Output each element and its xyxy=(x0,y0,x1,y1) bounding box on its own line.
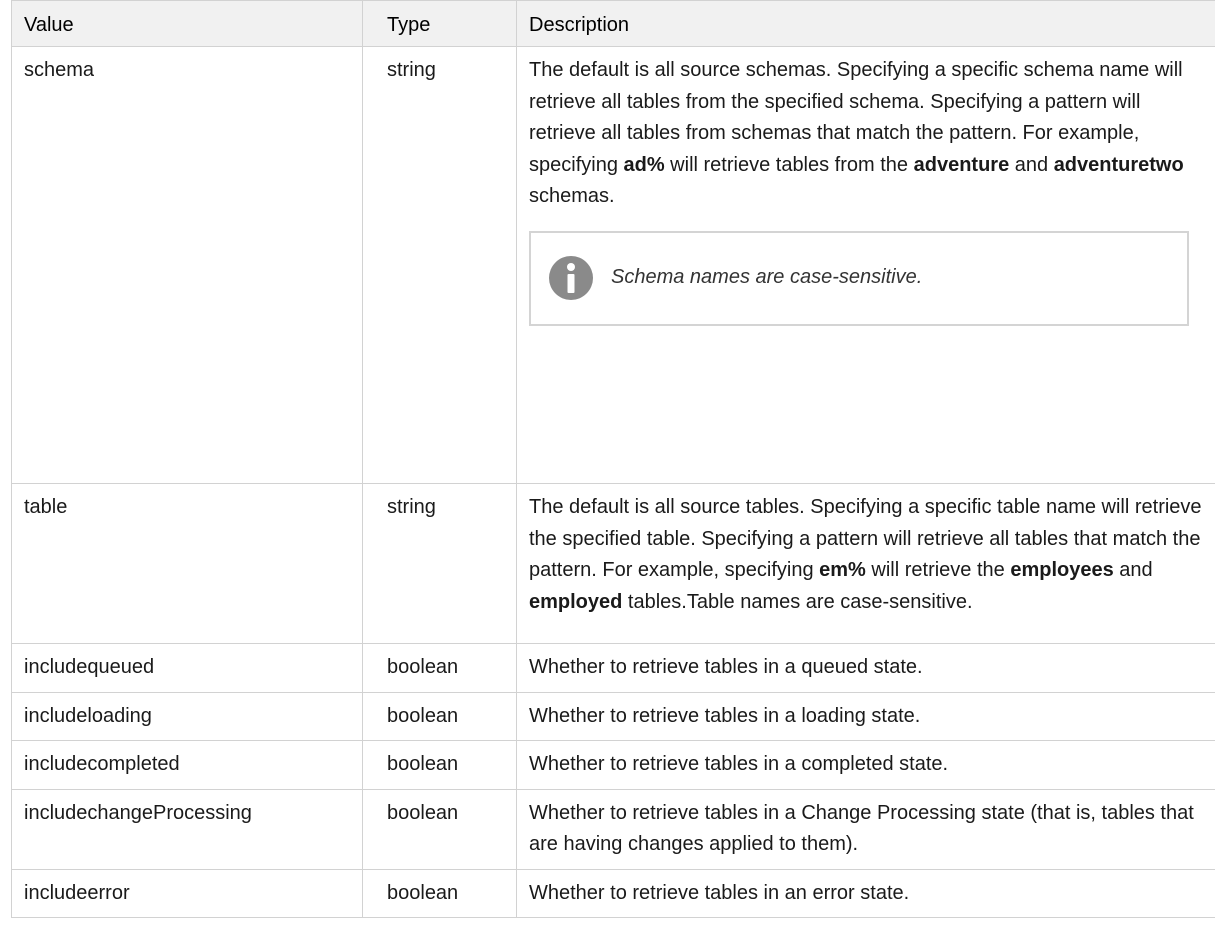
param-description: Whether to retrieve tables in an error s… xyxy=(516,868,1215,918)
param-value: includecompleted xyxy=(11,740,363,790)
description-code: ad% xyxy=(623,153,665,176)
param-type: boolean xyxy=(362,868,517,918)
param-description: Whether to retrieve tables in a Change P… xyxy=(516,788,1215,870)
param-description: Whether to retrieve tables in a queued s… xyxy=(516,643,1215,693)
param-type: string xyxy=(362,483,517,644)
description-code: employed xyxy=(529,590,623,613)
description-code: em% xyxy=(819,559,866,581)
param-type: boolean xyxy=(362,788,517,870)
description-text: will retrieve tables from the xyxy=(664,153,914,176)
param-value: includequeued xyxy=(11,643,363,693)
param-type: boolean xyxy=(362,643,517,693)
param-description: Whether to retrieve tables in a complete… xyxy=(516,740,1215,790)
description-code: adventure xyxy=(913,153,1010,176)
description-text: tables.Table names are case-sensitive. xyxy=(622,590,973,613)
param-type: boolean xyxy=(362,691,517,741)
param-type: string xyxy=(362,46,517,484)
description-text: and xyxy=(1009,153,1054,176)
param-value: schema xyxy=(11,46,363,484)
table-row: includecompleted boolean Whether to retr… xyxy=(11,740,1215,790)
info-icon xyxy=(549,256,593,300)
table-row: schema string The default is all source … xyxy=(11,46,1215,484)
parameters-table: Value Type Description schema string The… xyxy=(11,0,1215,918)
table-row: includeerror boolean Whether to retrieve… xyxy=(11,868,1215,918)
header-value: Value xyxy=(11,0,363,47)
info-note: Schema names are case-sensitive. xyxy=(529,230,1189,326)
param-value: includeloading xyxy=(11,691,363,741)
description-code: employees xyxy=(1010,559,1114,581)
description-text: and xyxy=(1113,559,1153,581)
header-description: Description xyxy=(516,0,1215,47)
param-value: includechangeProcessing xyxy=(11,788,363,870)
param-description: The default is all source schemas. Speci… xyxy=(516,46,1215,484)
table-row: includequeued boolean Whether to retriev… xyxy=(11,643,1215,693)
description-text: schemas. xyxy=(529,185,615,207)
param-value: includeerror xyxy=(11,868,363,918)
param-type: boolean xyxy=(362,740,517,790)
note-text: Schema names are case-sensitive. xyxy=(611,266,923,289)
description-code: adventuretwo xyxy=(1053,153,1184,176)
description-text: will retrieve the xyxy=(865,559,1011,581)
table-row: includeloading boolean Whether to retrie… xyxy=(11,691,1215,741)
table-header-row: Value Type Description xyxy=(11,0,1215,47)
table-row: table string The default is all source t… xyxy=(11,483,1215,644)
param-value: table xyxy=(11,483,363,644)
table-row: includechangeProcessing boolean Whether … xyxy=(11,788,1215,870)
param-description: Whether to retrieve tables in a loading … xyxy=(516,691,1215,741)
header-type: Type xyxy=(362,0,517,47)
param-description: The default is all source tables. Specif… xyxy=(516,483,1215,644)
